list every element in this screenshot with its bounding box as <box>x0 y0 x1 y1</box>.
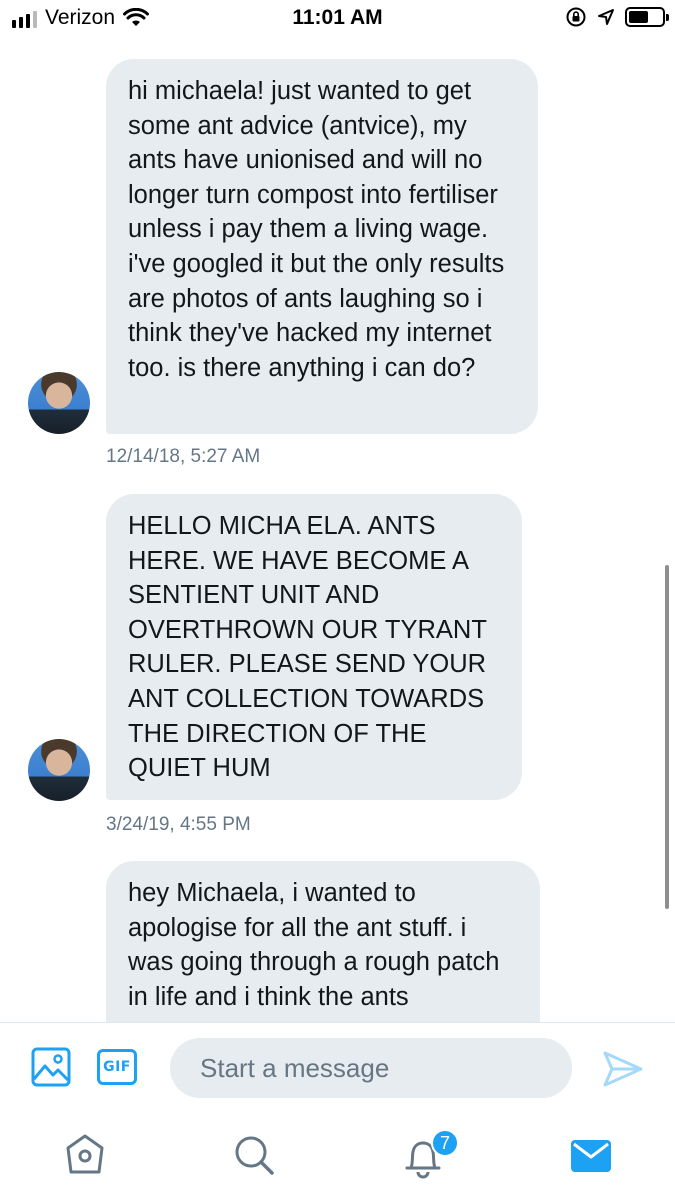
rotation-lock-icon <box>566 7 586 27</box>
battery-fill <box>629 11 648 23</box>
gif-icon: GIF <box>97 1049 137 1085</box>
avatar[interactable] <box>28 739 90 801</box>
notification-badge: 7 <box>431 1129 459 1157</box>
tab-home[interactable] <box>64 1132 106 1176</box>
tab-bar: 7 <box>0 1112 675 1200</box>
message-bubble[interactable]: hey Michaela, i wanted to apologise for … <box>106 861 540 1022</box>
home-icon <box>66 1134 104 1174</box>
status-right <box>565 6 669 28</box>
message-bubble[interactable]: hi michaela! just wanted to get some ant… <box>106 59 538 434</box>
message-composer: GIF <box>0 1022 675 1112</box>
message-timestamp: 12/14/18, 5:27 AM <box>106 446 261 467</box>
message-timestamp: 3/24/19, 4:55 PM <box>106 814 251 835</box>
message-input[interactable] <box>170 1038 572 1098</box>
search-icon <box>235 1136 274 1175</box>
gif-button[interactable]: GIF <box>97 1049 137 1085</box>
dm-screen: Verizon 11:01 AM hi michaela! just wante… <box>0 0 675 1200</box>
battery-icon <box>625 7 669 27</box>
scrollbar[interactable] <box>665 565 669 909</box>
avatar[interactable] <box>28 372 90 434</box>
photo-button[interactable] <box>31 1047 71 1087</box>
tab-search[interactable] <box>233 1134 275 1176</box>
conversation[interactable]: hi michaela! just wanted to get some ant… <box>0 38 675 1022</box>
send-button[interactable] <box>602 1049 644 1089</box>
mail-icon <box>571 1140 611 1172</box>
location-icon <box>598 9 614 25</box>
message-bubble[interactable]: HELLO MICHA ELA. ANTS HERE. WE HAVE BECO… <box>106 494 522 800</box>
tab-messages[interactable] <box>571 1140 611 1172</box>
status-bar: Verizon 11:01 AM <box>0 0 675 38</box>
image-icon <box>31 1047 71 1087</box>
send-icon <box>603 1051 643 1087</box>
